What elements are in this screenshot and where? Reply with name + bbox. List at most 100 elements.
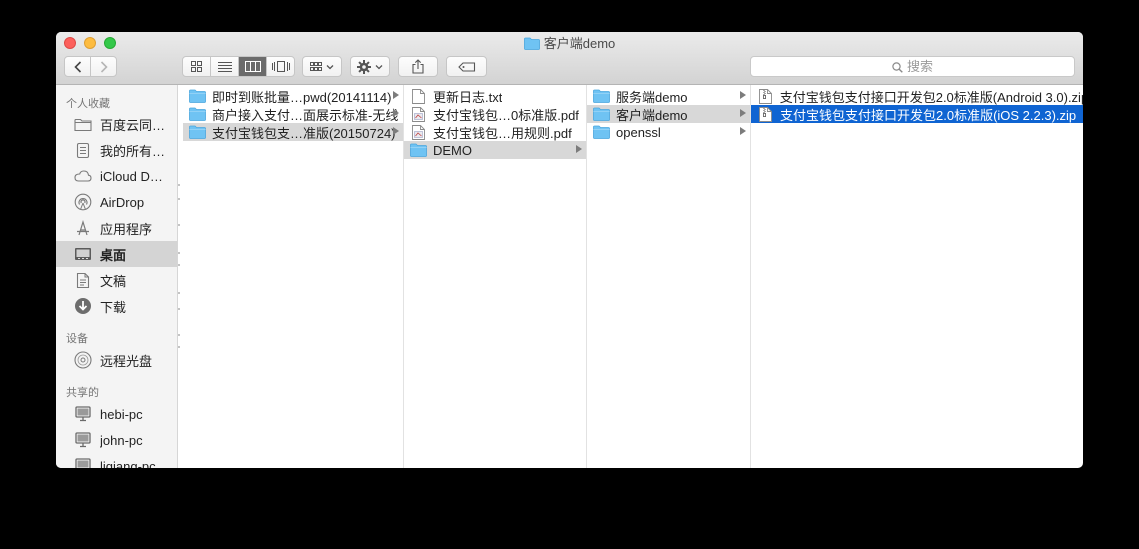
list-item-file[interactable]: 支付宝钱包…0标准版.pdf [404, 105, 586, 123]
finder-window: 客户端demo 搜索 个人收藏 百度云同… 我的所有… iCloud D… Ai… [56, 32, 1083, 468]
list-item-zip-selected[interactable]: 支付宝钱包支付接口开发包2.0标准版(iOS 2.2.3).zip [751, 105, 1083, 123]
sidebar-item-label: 文稿 [100, 273, 127, 289]
sidebar-item-label: 远程光盘 [100, 353, 153, 369]
sidebar-item-desktop[interactable]: 桌面 [56, 241, 177, 267]
all-files-icon [72, 141, 94, 159]
zip-file-icon [757, 88, 774, 104]
sidebar-section-shared: 共享的 [66, 387, 99, 399]
forward-button[interactable] [91, 57, 116, 76]
folder-icon [593, 125, 610, 140]
view-mode-control [182, 56, 295, 77]
pdf-file-icon [410, 106, 427, 122]
item-label: DEMO [433, 142, 472, 158]
zip-file-icon [757, 106, 774, 122]
sidebar-item-all-my-files[interactable]: 我的所有… [56, 137, 177, 163]
item-label: 服务端demo [616, 89, 688, 105]
airdrop-icon [72, 193, 94, 211]
disclosure-arrow-icon [393, 127, 399, 135]
item-label: 支付宝钱包支付接口开发包2.0标准版(iOS 2.2.3).zip [780, 107, 1077, 123]
sidebar-item-john-pc[interactable]: john-pc [56, 427, 177, 453]
sidebar-item-label: iCloud D… [100, 168, 163, 184]
disclosure-arrow-icon [740, 91, 746, 99]
folder-icon [523, 37, 540, 54]
browser-column-3: 服务端demo 客户端demo openssl [587, 85, 751, 468]
sidebar-item-label: AirDrop [100, 194, 145, 210]
sidebar-item-label: 下载 [100, 299, 127, 315]
list-item-folder-selected[interactable]: 客户端demo [587, 105, 750, 123]
columns-icon [244, 61, 261, 72]
sidebar-item-label: 应用程序 [100, 221, 153, 237]
share-button[interactable] [398, 56, 438, 77]
item-label: 支付宝钱包支付接口开发包2.0标准版(Android 3.0).zip [779, 89, 1083, 105]
item-label: 即时到账批量…pwd(20141114) [212, 89, 392, 105]
list-view-button[interactable] [211, 57, 239, 76]
disc-icon [72, 351, 94, 369]
sidebar-item-hebi-pc[interactable]: hebi-pc [56, 401, 177, 427]
cover-flow-button[interactable] [267, 57, 294, 76]
list-item-folder[interactable]: 商户接入支付…面展示标准-无线 [183, 105, 403, 123]
tag-icon [457, 61, 475, 72]
sidebar-item-icloud-drive[interactable]: iCloud D… [56, 163, 177, 189]
folder-icon [189, 107, 206, 122]
browser-column-1: 即时到账批量…pwd(20141114) 商户接入支付…面展示标准-无线 支付宝… [183, 85, 404, 468]
action-button[interactable] [350, 56, 390, 77]
search-icon [892, 62, 903, 73]
list-item-folder[interactable]: openssl [587, 123, 750, 141]
sidebar: 个人收藏 百度云同… 我的所有… iCloud D… AirDrop 应用程序 … [56, 85, 178, 468]
title-bar: 客户端demo 搜索 [56, 32, 1083, 85]
folder-icon [593, 107, 610, 122]
sidebar-item-airdrop[interactable]: AirDrop [56, 189, 177, 215]
search-placeholder: 搜索 [906, 59, 933, 74]
sidebar-item-label: john-pc [100, 432, 143, 448]
arrange-icon [310, 62, 322, 71]
icon-view-button[interactable] [183, 57, 211, 76]
list-item-folder-selected[interactable]: 支付宝钱包支…准版(20150724) [183, 123, 403, 141]
cover-flow-icon [271, 61, 290, 72]
browser-column-2: 更新日志.txt 支付宝钱包…0标准版.pdf 支付宝钱包…用规则.pdf DE… [404, 85, 587, 468]
disclosure-arrow-icon [576, 145, 582, 153]
chevron-right-icon [100, 60, 108, 73]
item-label: 客户端demo [616, 107, 688, 123]
text-file-icon [410, 88, 427, 104]
folder-icon [410, 143, 427, 158]
sidebar-section-favorites: 个人收藏 [66, 98, 110, 110]
sidebar-item-baidu-cloud[interactable]: 百度云同… [56, 111, 177, 137]
sidebar-item-label: 桌面 [100, 247, 127, 263]
pdf-file-icon [410, 124, 427, 140]
list-item-zip[interactable]: 支付宝钱包支付接口开发包2.0标准版(Android 3.0).zip [751, 87, 1083, 105]
cloud-icon [72, 167, 94, 185]
item-label: 更新日志.txt [433, 89, 503, 105]
desktop-icon [72, 245, 94, 263]
list-item-folder[interactable]: 服务端demo [587, 87, 750, 105]
folder-icon [72, 115, 94, 133]
chevron-down-icon [375, 64, 383, 69]
grid-icon [191, 61, 202, 72]
sidebar-section-devices: 设备 [66, 333, 88, 345]
column-view-button[interactable] [239, 57, 267, 76]
search-field[interactable]: 搜索 [750, 56, 1075, 77]
downloads-icon [72, 297, 94, 315]
back-button[interactable] [65, 57, 91, 76]
computer-icon [72, 431, 94, 449]
sidebar-item-downloads[interactable]: 下载 [56, 293, 177, 319]
sidebar-item-label: liqiang-pc [100, 458, 156, 469]
list-item-folder-selected[interactable]: DEMO [404, 141, 586, 159]
folder-icon [189, 89, 206, 104]
item-label: 支付宝钱包支…准版(20150724) [212, 125, 396, 141]
arrange-button[interactable] [302, 56, 342, 77]
computer-icon [72, 405, 94, 423]
sidebar-item-liqiang-pc[interactable]: liqiang-pc [56, 453, 177, 468]
sidebar-item-applications[interactable]: 应用程序 [56, 215, 177, 241]
tag-button[interactable] [446, 56, 487, 77]
sidebar-item-documents[interactable]: 文稿 [56, 267, 177, 293]
list-item-file[interactable]: 更新日志.txt [404, 87, 586, 105]
item-label: 支付宝钱包…用规则.pdf [433, 125, 572, 141]
nav-buttons [64, 56, 117, 77]
list-item-folder[interactable]: 即时到账批量…pwd(20141114) [183, 87, 403, 105]
folder-icon [189, 125, 206, 140]
sidebar-item-remote-disc[interactable]: 远程光盘 [56, 347, 177, 373]
chevron-down-icon [326, 64, 334, 69]
list-item-file[interactable]: 支付宝钱包…用规则.pdf [404, 123, 586, 141]
list-icon [217, 62, 232, 72]
chevron-left-icon [73, 60, 81, 73]
